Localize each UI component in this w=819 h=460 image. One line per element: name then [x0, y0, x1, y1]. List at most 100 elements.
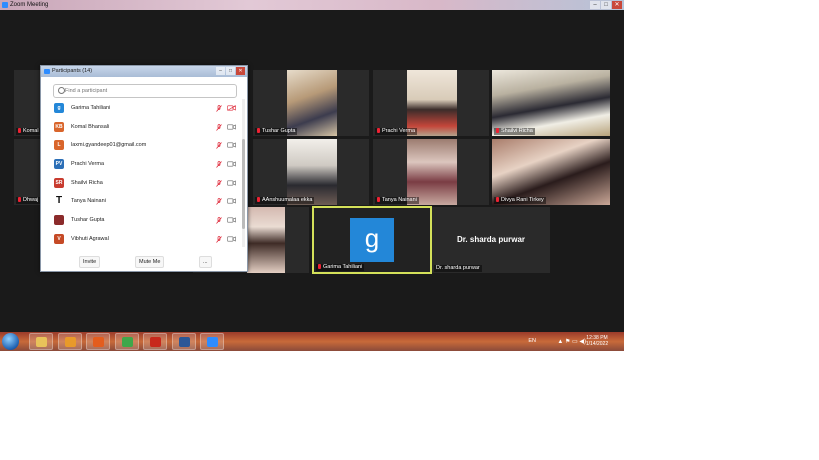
mic-muted-icon[interactable]: [216, 179, 222, 187]
participant-video: [492, 70, 610, 136]
mic-muted-icon: [377, 197, 380, 202]
media-player-taskbar-button[interactable]: [57, 333, 82, 350]
chrome-icon: [121, 337, 133, 347]
video-camera-icon[interactable]: [227, 161, 236, 167]
mic-muted-icon[interactable]: [216, 123, 222, 131]
zoom-app-icon: [2, 2, 8, 8]
scrollbar-thumb[interactable]: [242, 139, 245, 229]
participant-row[interactable]: Llaxmi.gyandeep01@gmail.com: [41, 136, 241, 155]
participant-video: [492, 139, 610, 205]
video-camera-icon[interactable]: [227, 217, 236, 223]
mute-me-button[interactable]: Mute Me: [135, 256, 165, 268]
windows-taskbar: EN ▲ ⚑ ▭ ◀) 12:38 PM 1/14/2022: [0, 332, 624, 351]
tile-name: Dr. sharda purwar: [434, 265, 482, 272]
participant-list: g Garima Tahiliani KB Komal Bhansali Llaxmi.…: [41, 99, 241, 247]
participant-row[interactable]: Tushar Gupta: [41, 211, 241, 230]
maximize-button[interactable]: □: [226, 67, 235, 75]
clock[interactable]: 12:38 PM 1/14/2022: [582, 335, 612, 347]
participants-panel: Participants (14) – □ ✕ g Garima Tahilian…: [40, 65, 248, 272]
close-button[interactable]: ✕: [236, 67, 245, 75]
chrome-taskbar-button[interactable]: [114, 333, 139, 350]
tile-name: Dhwaj: [16, 197, 41, 204]
panel-title-bar: Participants (14) – □ ✕: [41, 66, 247, 77]
mic-muted-icon[interactable]: [216, 198, 222, 206]
mic-muted-icon: [496, 128, 499, 133]
title-bar: Zoom Meeting – □ ✕: [0, 0, 624, 10]
tile-name: Garima Tahiliani: [316, 264, 365, 271]
video-tile[interactable]: Tushar Gupta: [253, 70, 369, 136]
tile-name: Shailvi Richa: [494, 128, 535, 135]
participant-name: Komal Bhansali: [71, 123, 110, 130]
window-title: Zoom Meeting: [10, 2, 49, 8]
participant-row[interactable]: KB Komal Bhansali: [41, 118, 241, 137]
panel-title: Participants (14): [52, 68, 93, 74]
video-camera-icon[interactable]: [227, 180, 236, 186]
panel-window-controls: – □ ✕: [216, 67, 245, 75]
video-camera-icon[interactable]: [227, 198, 236, 204]
participant-row[interactable]: SR Shailvi Richa: [41, 174, 241, 193]
pdf-taskbar-button[interactable]: [143, 333, 167, 350]
zoom-icon: [207, 337, 218, 347]
video-tile[interactable]: Dr. sharda purwar Dr. sharda purwar: [432, 207, 550, 273]
mic-muted-icon[interactable]: [216, 161, 222, 168]
video-camera-icon[interactable]: [227, 124, 236, 130]
participant-row[interactable]: PV Prachi Verma: [41, 155, 241, 174]
participant-row[interactable]: T Tanya Nainani: [41, 192, 241, 211]
close-button[interactable]: ✕: [612, 1, 622, 9]
video-camera-icon[interactable]: [227, 236, 236, 242]
participant-video: [247, 207, 285, 273]
mic-muted-icon: [496, 197, 499, 202]
mic-muted-icon: [257, 197, 260, 202]
word-icon: [178, 337, 190, 347]
tile-name: Divya Rani Tirkey: [494, 197, 546, 204]
maximize-button[interactable]: □: [601, 1, 611, 9]
mic-muted-icon: [18, 197, 21, 202]
participant-name: Shailvi Richa: [71, 179, 103, 186]
participant-search[interactable]: [53, 84, 237, 98]
participant-name: laxmi.gyandeep01@gmail.com: [71, 142, 147, 149]
mic-muted-icon[interactable]: [216, 105, 222, 112]
mic-muted-icon[interactable]: [216, 217, 222, 224]
participant-avatar: [54, 215, 64, 226]
video-off-icon[interactable]: [227, 105, 236, 111]
scrollbar[interactable]: [242, 99, 245, 247]
participant-row[interactable]: V Vibhuti Agrawal: [41, 230, 241, 247]
mic-muted-icon[interactable]: [216, 235, 222, 243]
mic-muted-icon[interactable]: [216, 142, 222, 150]
more-button[interactable]: ...: [199, 256, 212, 268]
media-player-icon: [64, 337, 76, 347]
folder-icon: [36, 337, 47, 347]
search-icon: [58, 87, 65, 94]
participant-avatar: g: [54, 103, 64, 113]
mic-muted-icon: [377, 128, 380, 133]
tile-name: Tanya Nainani: [375, 197, 419, 204]
participant-video: [287, 139, 337, 205]
participant-row[interactable]: g Garima Tahiliani: [41, 99, 241, 118]
zoom-taskbar-button[interactable]: [200, 333, 224, 350]
minimize-button[interactable]: –: [590, 1, 600, 9]
video-camera-icon[interactable]: [227, 142, 236, 148]
tile-name: Tushar Gupta: [255, 128, 298, 135]
participant-video: [407, 70, 457, 136]
language-indicator[interactable]: EN: [528, 332, 536, 351]
video-tile[interactable]: Divya Rani Tirkey: [492, 139, 610, 205]
video-tile[interactable]: AAnshuumalaa ekka: [253, 139, 369, 205]
folder-taskbar-button[interactable]: [29, 333, 53, 350]
minimize-button[interactable]: –: [216, 67, 225, 75]
participant-name: Vibhuti Agrawal: [71, 235, 109, 242]
invite-button[interactable]: Invite: [79, 256, 101, 268]
word-taskbar-button[interactable]: [171, 333, 196, 350]
participant-name: Tushar Gupta: [71, 217, 105, 224]
active-speaker-tile[interactable]: g Garima Tahiliani: [312, 206, 432, 274]
video-tile[interactable]: Prachi Verma: [373, 70, 489, 136]
participant-avatar: L: [54, 140, 64, 151]
video-tile[interactable]: Shailvi Richa: [492, 70, 610, 136]
zoom-meeting-window: Zoom Meeting – □ ✕ Komal B Tushar Gupta …: [0, 0, 624, 351]
firefox-taskbar-button[interactable]: [86, 333, 110, 350]
start-button[interactable]: [2, 333, 19, 350]
participant-avatar: KB: [54, 121, 64, 132]
pdf-icon: [150, 337, 161, 347]
participant-avatar: V: [54, 233, 64, 244]
video-tile[interactable]: Tanya Nainani: [373, 139, 489, 205]
search-input[interactable]: [65, 85, 230, 97]
